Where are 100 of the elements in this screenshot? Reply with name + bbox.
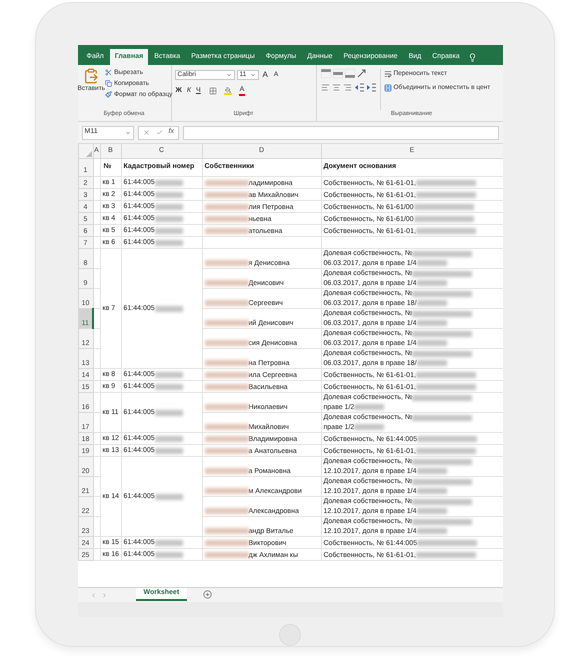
- blurred-text: [204, 540, 248, 546]
- blurred-text: [154, 448, 183, 454]
- blurred-text: [204, 468, 248, 474]
- blurred-text: [204, 192, 248, 198]
- text-orientation-icon[interactable]: [356, 69, 366, 78]
- blurred-text: [354, 404, 384, 410]
- blurred-text: [412, 350, 472, 357]
- blurred-text: [412, 290, 472, 297]
- blurred-text: [204, 216, 248, 222]
- vertical-align-icon[interactable]: [344, 69, 354, 78]
- blurred-text: [204, 448, 248, 454]
- blurred-text: [416, 320, 447, 326]
- indent-increase-icon[interactable]: [366, 83, 376, 92]
- blurred-text: [154, 436, 183, 442]
- borders-icon[interactable]: [208, 87, 217, 96]
- blurred-text: [204, 280, 248, 286]
- vertical-align-icon[interactable]: [332, 69, 342, 78]
- blurred-text: [154, 204, 183, 210]
- blurred-text: [204, 436, 248, 442]
- copy-icon: [105, 80, 112, 87]
- blurred-text: [414, 204, 474, 210]
- check-icon[interactable]: [156, 129, 162, 136]
- blurred-text: [204, 360, 248, 366]
- blurred-text: [154, 180, 183, 186]
- blurred-text: [204, 320, 248, 326]
- merge-cells-icon: [384, 84, 392, 92]
- blurred-text: [204, 204, 248, 210]
- paintbrush-icon: [105, 91, 112, 98]
- blurred-text: [412, 414, 472, 421]
- align-center-icon[interactable]: [332, 83, 340, 92]
- increase-font-button[interactable]: A: [260, 69, 270, 81]
- blurred-text: [204, 404, 248, 410]
- blurred-text: [416, 260, 447, 266]
- blurred-text: [154, 372, 183, 378]
- blurred-text: [412, 250, 472, 257]
- blurred-text: [412, 330, 472, 337]
- blurred-text: [204, 260, 248, 266]
- blurred-text: [416, 180, 476, 186]
- blurred-text: [204, 528, 248, 534]
- blurred-text: [154, 192, 183, 198]
- blurred-text: [204, 424, 248, 430]
- blurred-text: [416, 488, 447, 494]
- blurred-text: [204, 384, 248, 390]
- blurred-text: [412, 498, 472, 505]
- scroll-right-icon[interactable]: [100, 592, 108, 599]
- blurred-text: [204, 340, 248, 346]
- scissors-icon: [105, 69, 112, 76]
- blurred-text: [416, 528, 447, 534]
- blurred-text: [154, 540, 183, 546]
- blurred-text: [204, 300, 248, 306]
- blurred-text: [154, 216, 183, 222]
- cancel-icon[interactable]: [142, 129, 150, 136]
- blurred-text: [412, 478, 472, 485]
- blurred-text: [204, 228, 248, 234]
- scroll-left-icon[interactable]: [90, 592, 96, 599]
- blurred-text: [414, 216, 474, 222]
- blurred-text: [416, 372, 476, 378]
- blurred-text: [204, 508, 248, 514]
- blurred-text: [416, 360, 447, 366]
- blurred-text: [354, 424, 384, 430]
- blurred-text: [204, 488, 248, 494]
- blurred-text: [412, 518, 472, 525]
- blurred-text: [154, 240, 183, 246]
- fill-color-icon[interactable]: [224, 87, 232, 96]
- caret-icon: [124, 130, 130, 136]
- blurred-text: [154, 410, 183, 416]
- blurred-text: [416, 340, 447, 346]
- align-left-icon[interactable]: [320, 83, 330, 92]
- blurred-text: [154, 384, 183, 390]
- blurred-text: [154, 306, 183, 312]
- wrap-text-icon: [384, 70, 392, 78]
- blurred-text: [204, 372, 248, 378]
- blurred-text: [412, 394, 472, 401]
- blurred-text: [412, 458, 472, 465]
- blurred-text: [416, 228, 476, 234]
- clipboard-icon: [83, 68, 100, 84]
- blurred-text: [416, 192, 476, 198]
- blurred-text: [416, 552, 476, 558]
- indent-decrease-icon[interactable]: [354, 83, 364, 92]
- blurred-text: [204, 180, 248, 186]
- caret-icon: [226, 72, 232, 78]
- blurred-text: [154, 494, 183, 500]
- formula-input[interactable]: [182, 126, 498, 140]
- blurred-text: [416, 384, 476, 390]
- align-right-icon[interactable]: [342, 83, 352, 92]
- vertical-align-icon[interactable]: [320, 69, 330, 78]
- blurred-text: [204, 552, 248, 558]
- blurred-text: [412, 310, 472, 317]
- blurred-text: [416, 508, 447, 514]
- blurred-text: [416, 280, 447, 286]
- blurred-text: [417, 436, 478, 442]
- blurred-text: [416, 468, 447, 474]
- blurred-text: [154, 552, 183, 558]
- blurred-text: [416, 448, 476, 454]
- lightbulb-icon[interactable]: [468, 53, 477, 62]
- blurred-text: [154, 228, 183, 234]
- add-sheet-icon[interactable]: [203, 590, 212, 599]
- blurred-text: [412, 270, 472, 277]
- blurred-text: [417, 540, 478, 546]
- blurred-text: [416, 300, 447, 306]
